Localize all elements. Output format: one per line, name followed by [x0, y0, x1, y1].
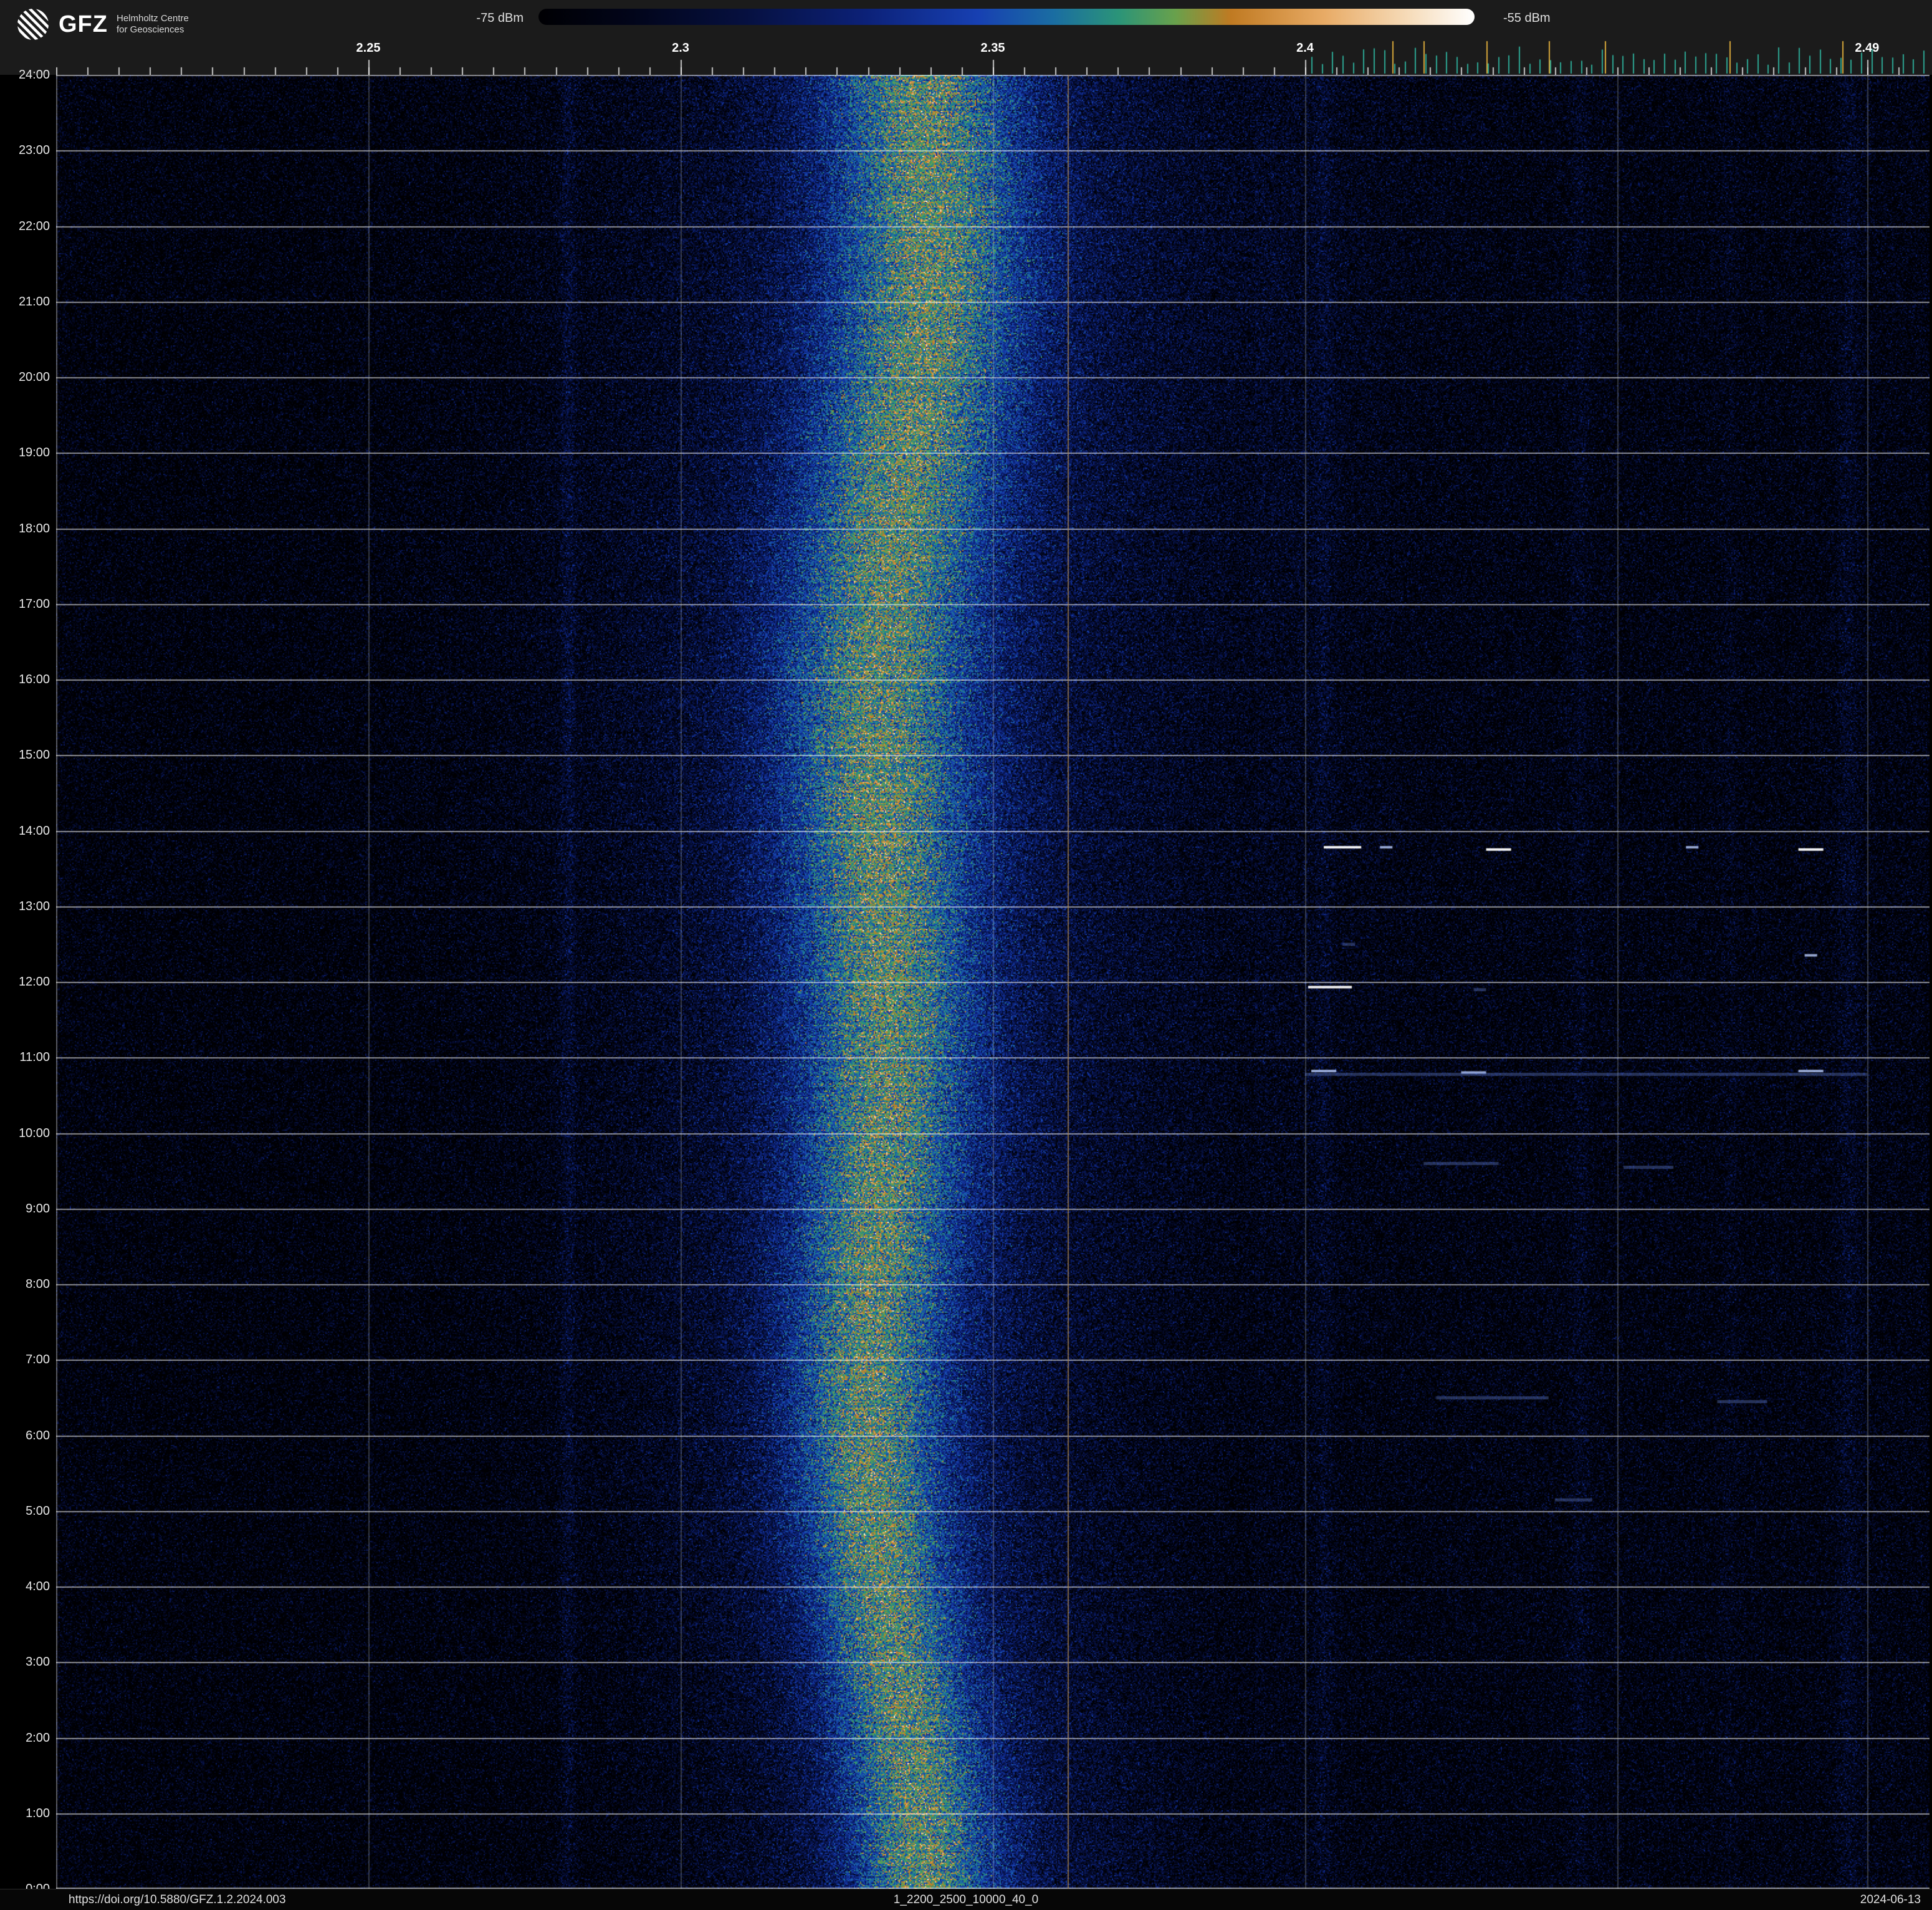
plot-area [56, 75, 1930, 1889]
time-tick-label: 6:00 [26, 1428, 50, 1442]
time-tick-label: 4:00 [26, 1580, 50, 1593]
footer-date: 2024-06-13 [1860, 1893, 1921, 1906]
time-tick-label: 3:00 [26, 1655, 50, 1669]
time-tick-label: 21:00 [18, 294, 50, 309]
time-tick-label: 19:00 [18, 446, 50, 460]
time-tick-label: 20:00 [18, 370, 50, 384]
spectrogram-app: GFZ Helmholtz Centre for Geosciences -75… [0, 0, 1932, 1910]
header-bar: GFZ Helmholtz Centre for Geosciences -75… [0, 0, 1932, 75]
footer-doi: https://doi.org/10.5880/GFZ.1.2.2024.003 [69, 1893, 286, 1906]
footer-filename: 1_2200_2500_10000_40_0 [893, 1893, 1039, 1906]
time-tick-label: 13:00 [18, 899, 50, 913]
time-tick-label: 2:00 [26, 1730, 50, 1745]
time-tick-label: 17:00 [18, 597, 50, 611]
time-tick-label: 18:00 [18, 521, 50, 535]
time-tick-label: 1:00 [26, 1806, 50, 1820]
time-tick-label: 11:00 [19, 1050, 50, 1065]
spectrogram-canvas [56, 75, 1930, 1889]
axis-ticks-canvas [56, 37, 1930, 75]
time-tick-label: 15:00 [18, 748, 50, 762]
time-tick-label: 5:00 [26, 1504, 50, 1518]
time-tick-label: 22:00 [18, 219, 50, 233]
time-tick-label: 24:00 [18, 68, 50, 82]
time-tick-label: 16:00 [18, 673, 50, 686]
time-tick-label: 9:00 [26, 1201, 50, 1216]
time-tick-label: 10:00 [18, 1126, 50, 1140]
time-tick-label: 12:00 [18, 975, 50, 989]
footer-bar: https://doi.org/10.5880/GFZ.1.2.2024.003… [0, 1889, 1932, 1910]
time-tick-label: 23:00 [18, 143, 50, 158]
time-tick-label: 14:00 [18, 823, 50, 838]
time-tick-label: 7:00 [26, 1353, 50, 1367]
time-tick-label: 8:00 [26, 1277, 50, 1291]
time-axis: 24:00 23:00 22:00 21:00 20:00 19:00 18:00 17:00… [0, 68, 56, 1896]
